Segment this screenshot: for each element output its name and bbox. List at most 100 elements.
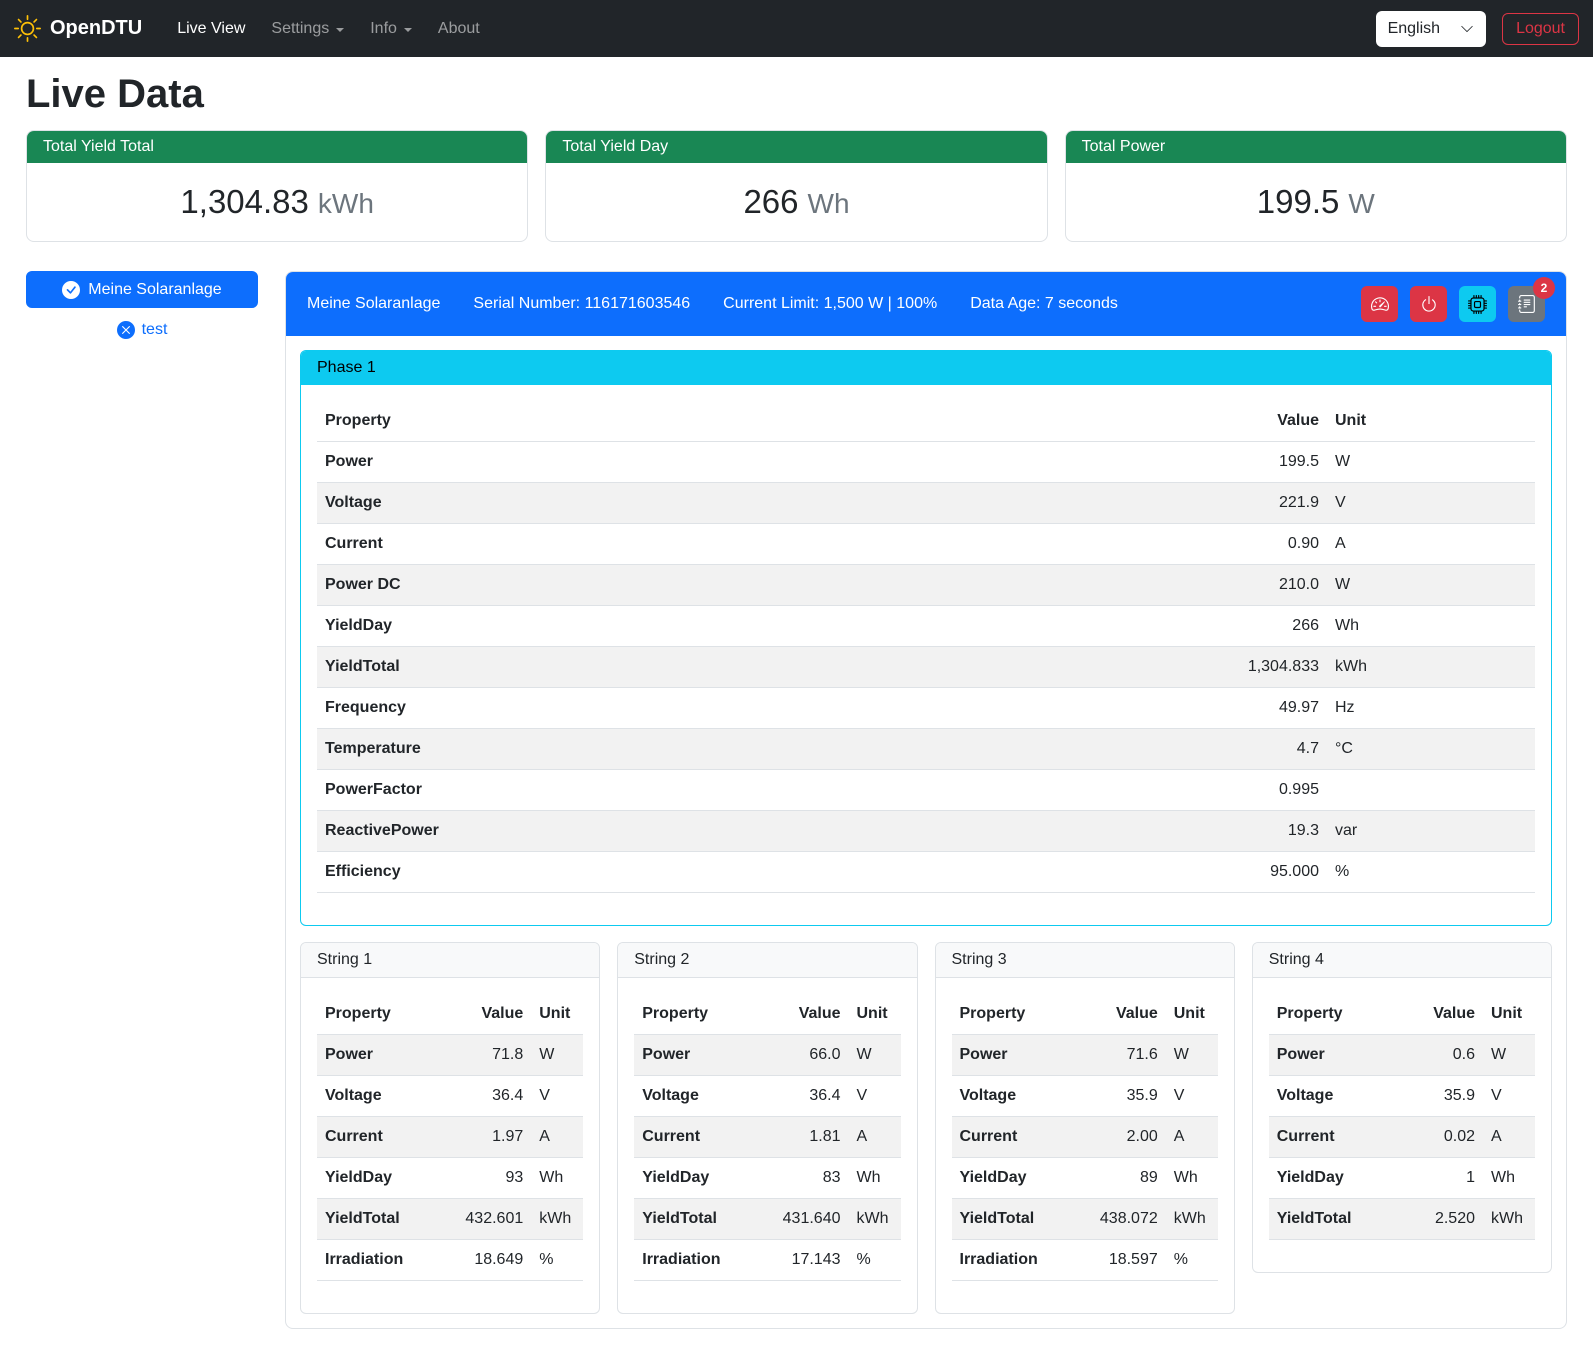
inverter-sidebar: Meine Solaranlage test (26, 271, 258, 339)
value-cell: 0.02 (1403, 1117, 1483, 1158)
value-cell: 2.00 (1086, 1117, 1166, 1158)
sun-logo-icon (14, 15, 41, 42)
table-row: Current 1.81 A (634, 1117, 900, 1158)
unit-cell: kWh (1327, 647, 1535, 688)
col-value: Value (1217, 401, 1327, 442)
table-row: Voltage 36.4 V (317, 1076, 583, 1117)
table-row: ReactivePower 19.3 var (317, 811, 1535, 852)
unit-cell (1327, 770, 1535, 811)
power-control-button[interactable] (1410, 286, 1447, 322)
logout-button[interactable]: Logout (1502, 13, 1579, 45)
property-cell: YieldTotal (317, 647, 1217, 688)
table-row: Voltage 35.9 V (952, 1076, 1218, 1117)
table-row: Current 2.00 A (952, 1117, 1218, 1158)
unit-cell: A (1166, 1117, 1218, 1158)
language-select[interactable]: English (1376, 11, 1486, 47)
nav-settings[interactable]: Settings (258, 12, 357, 46)
phase-1-table: Property Value Unit Power (317, 401, 1535, 893)
language-value: English (1388, 20, 1440, 38)
property-cell: Irradiation (634, 1240, 768, 1281)
inverter-select-label: Meine Solaranlage (88, 281, 221, 299)
unit-cell: Wh (1483, 1158, 1535, 1199)
speedometer-icon (1371, 295, 1389, 313)
main-row: Meine Solaranlage test Meine Solaranlage… (26, 271, 1567, 1329)
property-cell: YieldDay (634, 1158, 768, 1199)
unit-cell: V (531, 1076, 583, 1117)
value-cell: 0.6 (1403, 1035, 1483, 1076)
col-unit: Unit (1483, 994, 1535, 1035)
col-unit: Unit (1166, 994, 1218, 1035)
unit-cell: V (849, 1076, 901, 1117)
table-row: Voltage 35.9 V (1269, 1076, 1535, 1117)
property-cell: YieldDay (317, 606, 1217, 647)
property-cell: PowerFactor (317, 770, 1217, 811)
inverter-name: Meine Solaranlage (307, 295, 440, 313)
value-cell: 18.597 (1086, 1240, 1166, 1281)
value-cell: 1,304.833 (1217, 647, 1327, 688)
table-row: Temperature 4.7 °C (317, 729, 1535, 770)
card-title: Total Yield Day (546, 131, 1046, 163)
property-cell: Efficiency (317, 852, 1217, 893)
brand[interactable]: OpenDTU (14, 15, 142, 42)
unit-cell: V (1327, 483, 1535, 524)
event-log-button[interactable]: 2 (1508, 286, 1545, 322)
col-property: Property (952, 994, 1086, 1035)
limit-settings-button[interactable] (1361, 286, 1398, 322)
table-row: Irradiation 18.597 % (952, 1240, 1218, 1281)
value-cell: 4.7 (1217, 729, 1327, 770)
inverter-limit: Current Limit: 1,500 W | 100% (723, 295, 937, 313)
col-unit: Unit (1327, 401, 1535, 442)
property-cell: YieldDay (1269, 1158, 1403, 1199)
value-cell: 210.0 (1217, 565, 1327, 606)
value-cell: 95.000 (1217, 852, 1327, 893)
value-cell: 35.9 (1086, 1076, 1166, 1117)
value-cell: 17.143 (769, 1240, 849, 1281)
property-cell: Power (952, 1035, 1086, 1076)
inverter-select-button[interactable]: Meine Solaranlage (26, 271, 258, 308)
property-cell: ReactivePower (317, 811, 1217, 852)
string-3-title: String 3 (936, 943, 1234, 978)
table-row: YieldDay 93 Wh (317, 1158, 583, 1199)
summary-row: Total Yield Total 1,304.83kWh Total Yiel… (26, 130, 1567, 242)
card-total-yield-total: Total Yield Total 1,304.83kWh (26, 130, 528, 242)
value-cell: 49.97 (1217, 688, 1327, 729)
property-cell: Power DC (317, 565, 1217, 606)
table-row: Irradiation 17.143 % (634, 1240, 900, 1281)
unit-cell: W (1166, 1035, 1218, 1076)
page-container: Live Data Total Yield Total 1,304.83kWh … (26, 72, 1567, 1357)
string-2-card: String 2 Property Value Unit (617, 942, 917, 1314)
table-row: YieldTotal 431.640 kWh (634, 1199, 900, 1240)
property-cell: Current (634, 1117, 768, 1158)
table-row: YieldTotal 438.072 kWh (952, 1199, 1218, 1240)
device-info-button[interactable] (1459, 286, 1496, 322)
table-row: Current 1.97 A (317, 1117, 583, 1158)
nav-about[interactable]: About (425, 12, 493, 46)
col-unit: Unit (849, 994, 901, 1035)
property-cell: Voltage (1269, 1076, 1403, 1117)
unit-cell: V (1166, 1076, 1218, 1117)
test-inverter-link[interactable]: test (26, 321, 258, 339)
table-row: Voltage 221.9 V (317, 483, 1535, 524)
card-title: Total Yield Total (27, 131, 527, 163)
journal-text-icon (1518, 295, 1536, 313)
nav-info[interactable]: Info (357, 12, 425, 46)
value-cell: 83 (769, 1158, 849, 1199)
unit-cell: kWh (1483, 1199, 1535, 1240)
col-unit: Unit (531, 994, 583, 1035)
nav-live-view[interactable]: Live View (164, 12, 258, 46)
value-cell: 89 (1086, 1158, 1166, 1199)
total-yield-total-value: 1,304.83 (180, 183, 308, 220)
value-cell: 431.640 (769, 1199, 849, 1240)
property-cell: Irradiation (317, 1240, 451, 1281)
unit-cell: W (1327, 442, 1535, 483)
property-cell: Current (1269, 1117, 1403, 1158)
table-row: Current 0.02 A (1269, 1117, 1535, 1158)
unit-cell: Wh (1327, 606, 1535, 647)
table-row: Power 71.8 W (317, 1035, 583, 1076)
col-value: Value (769, 994, 849, 1035)
phase-1-title: Phase 1 (301, 351, 1551, 385)
col-property: Property (317, 401, 1217, 442)
power-icon (1420, 295, 1438, 313)
brand-label: OpenDTU (50, 17, 142, 40)
inverter-header: Meine Solaranlage Serial Number: 1161716… (286, 272, 1566, 336)
